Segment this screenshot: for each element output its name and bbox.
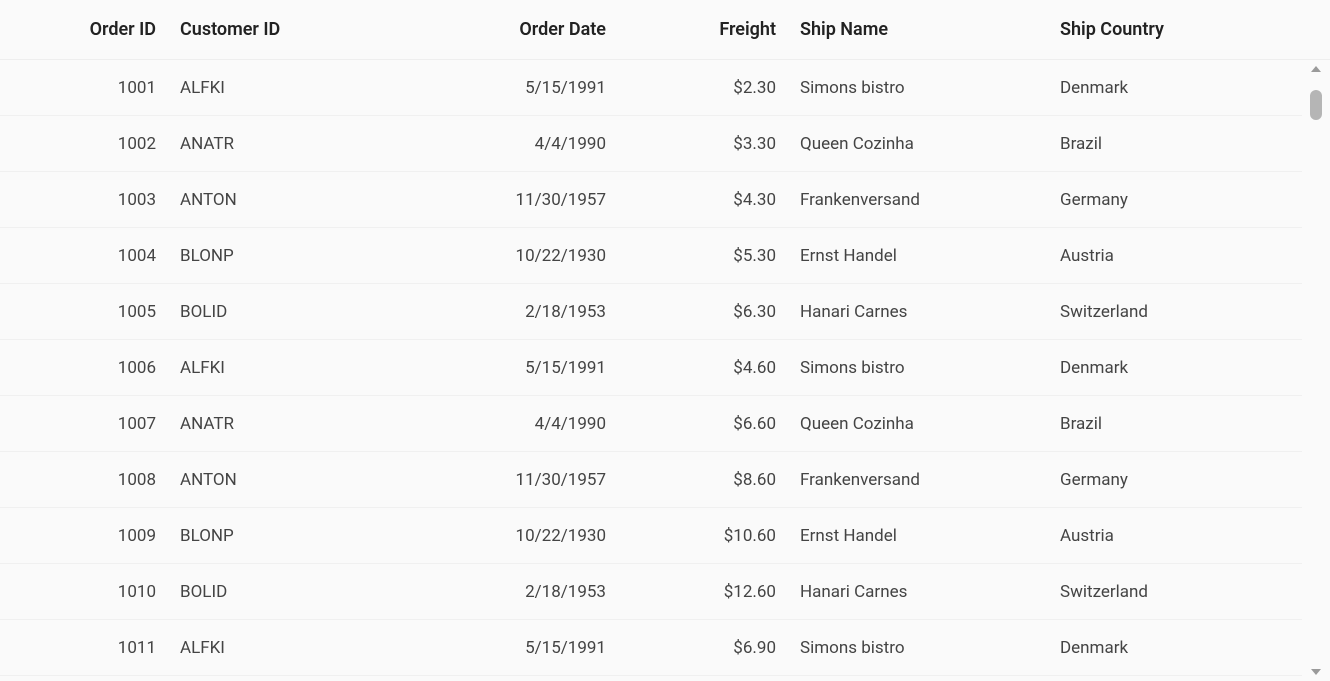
- table-row[interactable]: 1009BLONP10/22/1930$10.60Ernst HandelAus…: [0, 508, 1302, 564]
- column-header-ship-country[interactable]: Ship Country: [1060, 19, 1300, 40]
- cell-order-date: 11/30/1957: [380, 470, 630, 490]
- table-row[interactable]: 1006ALFKI5/15/1991$4.60Simons bistroDenm…: [0, 340, 1302, 396]
- cell-order-date: 4/4/1990: [380, 134, 630, 154]
- cell-customer-id: ALFKI: [180, 358, 380, 378]
- cell-order-date: 2/18/1953: [380, 582, 630, 602]
- cell-ship-country: Denmark: [1060, 78, 1300, 98]
- cell-freight: $12.60: [630, 582, 800, 602]
- column-header-customer-id[interactable]: Customer ID: [180, 19, 380, 40]
- cell-order-id: 1008: [0, 470, 180, 490]
- cell-ship-name: Simons bistro: [800, 358, 1060, 378]
- cell-freight: $4.30: [630, 190, 800, 210]
- table-row[interactable]: 1008ANTON11/30/1957$8.60FrankenversandGe…: [0, 452, 1302, 508]
- cell-freight: $10.60: [630, 526, 800, 546]
- column-header-order-date[interactable]: Order Date: [380, 19, 630, 40]
- grid-body: 1001ALFKI5/15/1991$2.30Simons bistroDenm…: [0, 60, 1302, 681]
- cell-ship-country: Austria: [1060, 526, 1300, 546]
- cell-order-date: 10/22/1930: [380, 246, 630, 266]
- cell-order-date: 10/22/1930: [380, 526, 630, 546]
- cell-ship-country: Brazil: [1060, 134, 1300, 154]
- cell-ship-name: Simons bistro: [800, 638, 1060, 658]
- column-header-freight[interactable]: Freight: [630, 19, 800, 40]
- table-row[interactable]: 1010BOLID2/18/1953$12.60Hanari CarnesSwi…: [0, 564, 1302, 620]
- cell-ship-country: Austria: [1060, 246, 1300, 266]
- scroll-up-button[interactable]: [1302, 60, 1330, 78]
- table-row[interactable]: 1004BLONP10/22/1930$5.30Ernst HandelAust…: [0, 228, 1302, 284]
- cell-ship-name: Hanari Carnes: [800, 582, 1060, 602]
- cell-ship-country: Denmark: [1060, 638, 1300, 658]
- cell-ship-country: Switzerland: [1060, 302, 1300, 322]
- cell-order-id: 1010: [0, 582, 180, 602]
- cell-freight: $6.90: [630, 638, 800, 658]
- cell-order-date: 5/15/1991: [380, 638, 630, 658]
- cell-freight: $6.60: [630, 414, 800, 434]
- cell-freight: $2.30: [630, 78, 800, 98]
- cell-ship-name: Ernst Handel: [800, 526, 1060, 546]
- table-row[interactable]: 1005BOLID2/18/1953$6.30Hanari CarnesSwit…: [0, 284, 1302, 340]
- cell-ship-name: Queen Cozinha: [800, 134, 1060, 154]
- cell-ship-name: Frankenversand: [800, 470, 1060, 490]
- cell-customer-id: BLONP: [180, 526, 380, 546]
- scroll-down-button[interactable]: [1302, 663, 1330, 681]
- cell-ship-country: Denmark: [1060, 358, 1300, 378]
- cell-customer-id: ANTON: [180, 470, 380, 490]
- cell-ship-country: Brazil: [1060, 414, 1300, 434]
- cell-order-id: 1006: [0, 358, 180, 378]
- cell-order-id: 1002: [0, 134, 180, 154]
- cell-customer-id: ANATR: [180, 134, 380, 154]
- cell-freight: $5.30: [630, 246, 800, 266]
- cell-freight: $6.30: [630, 302, 800, 322]
- cell-ship-name: Queen Cozinha: [800, 414, 1060, 434]
- scrollbar-thumb[interactable]: [1310, 90, 1322, 120]
- cell-order-id: 1009: [0, 526, 180, 546]
- cell-order-date: 4/4/1990: [380, 414, 630, 434]
- table-row[interactable]: 1007ANATR4/4/1990$6.60Queen CozinhaBrazi…: [0, 396, 1302, 452]
- cell-customer-id: BLONP: [180, 246, 380, 266]
- chevron-down-icon: [1311, 669, 1321, 675]
- cell-order-id: 1007: [0, 414, 180, 434]
- cell-freight: $8.60: [630, 470, 800, 490]
- cell-ship-name: Simons bistro: [800, 78, 1060, 98]
- cell-ship-country: Germany: [1060, 470, 1300, 490]
- cell-order-id: 1011: [0, 638, 180, 658]
- cell-order-id: 1003: [0, 190, 180, 210]
- grid-header-row: Order ID Customer ID Order Date Freight …: [0, 0, 1330, 60]
- chevron-up-icon: [1311, 66, 1321, 72]
- cell-ship-name: Frankenversand: [800, 190, 1060, 210]
- table-row[interactable]: 1003ANTON11/30/1957$4.30FrankenversandGe…: [0, 172, 1302, 228]
- data-grid: Order ID Customer ID Order Date Freight …: [0, 0, 1330, 681]
- table-row[interactable]: 1001ALFKI5/15/1991$2.30Simons bistroDenm…: [0, 60, 1302, 116]
- cell-customer-id: ANTON: [180, 190, 380, 210]
- cell-customer-id: ALFKI: [180, 78, 380, 98]
- cell-ship-name: Ernst Handel: [800, 246, 1060, 266]
- vertical-scrollbar[interactable]: [1302, 60, 1330, 681]
- cell-order-id: 1004: [0, 246, 180, 266]
- cell-order-id: 1001: [0, 78, 180, 98]
- cell-ship-country: Germany: [1060, 190, 1300, 210]
- cell-order-date: 5/15/1991: [380, 78, 630, 98]
- cell-ship-country: Switzerland: [1060, 582, 1300, 602]
- column-header-order-id[interactable]: Order ID: [0, 19, 180, 40]
- cell-customer-id: BOLID: [180, 582, 380, 602]
- cell-freight: $4.60: [630, 358, 800, 378]
- cell-customer-id: BOLID: [180, 302, 380, 322]
- column-header-ship-name[interactable]: Ship Name: [800, 19, 1060, 40]
- cell-customer-id: ANATR: [180, 414, 380, 434]
- cell-order-id: 1005: [0, 302, 180, 322]
- cell-order-date: 2/18/1953: [380, 302, 630, 322]
- cell-customer-id: ALFKI: [180, 638, 380, 658]
- cell-order-date: 11/30/1957: [380, 190, 630, 210]
- cell-ship-name: Hanari Carnes: [800, 302, 1060, 322]
- table-row[interactable]: 1002ANATR4/4/1990$3.30Queen CozinhaBrazi…: [0, 116, 1302, 172]
- cell-freight: $3.30: [630, 134, 800, 154]
- cell-order-date: 5/15/1991: [380, 358, 630, 378]
- table-row[interactable]: 1011ALFKI5/15/1991$6.90Simons bistroDenm…: [0, 620, 1302, 676]
